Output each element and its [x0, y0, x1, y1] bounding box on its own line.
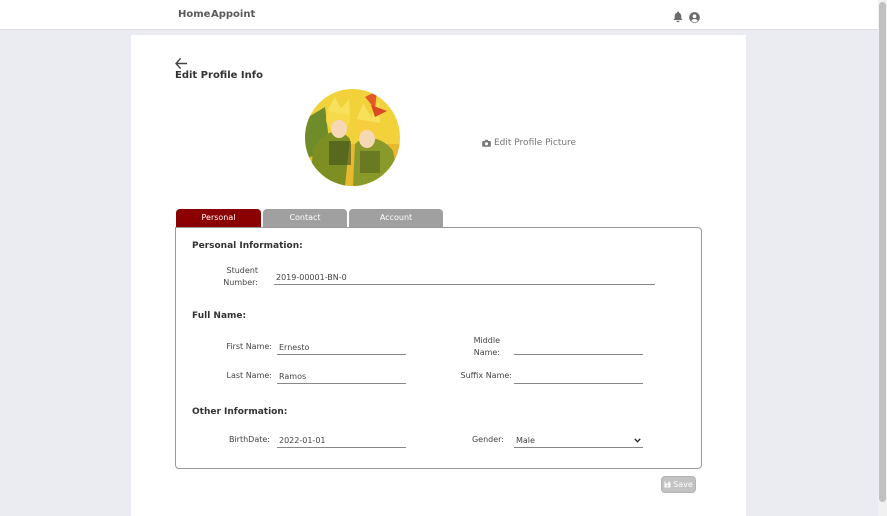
nav-home-link[interactable]: Home: [178, 9, 210, 20]
chevron-down-icon: [634, 438, 641, 443]
personal-information-heading: Personal Information:: [192, 241, 303, 251]
middle-name-label: Middle Name:: [460, 335, 500, 359]
tab-contact-information[interactable]: Contact Information: [263, 209, 347, 240]
tab-personal-information[interactable]: Personal Information: [176, 209, 261, 240]
scrollbar-thumb[interactable]: [879, 2, 886, 502]
middle-name-label-line1: Middle: [473, 336, 500, 345]
profile-avatar: [305, 89, 400, 186]
edit-profile-picture-button[interactable]: Edit Profile Picture: [482, 138, 576, 148]
top-navbar: Home Appoint: [0, 0, 878, 30]
first-name-label: First Name:: [226, 342, 272, 351]
birthdate-label: BirthDate:: [228, 435, 270, 444]
save-button-label: Save: [673, 480, 693, 489]
bell-icon[interactable]: [673, 8, 683, 27]
student-number-field[interactable]: [274, 271, 655, 285]
nav-appoint-link[interactable]: Appoint: [211, 9, 255, 20]
student-number-label: Student Number:: [212, 265, 258, 289]
other-information-heading: Other Information:: [192, 407, 288, 417]
student-number-label-line1: Student: [226, 266, 259, 275]
gender-select[interactable]: Male: [514, 434, 643, 448]
full-name-heading: Full Name:: [192, 311, 247, 321]
first-name-field[interactable]: [277, 341, 406, 355]
middle-name-label-line2: Name:: [473, 348, 500, 357]
student-number-label-line2: Number:: [223, 278, 258, 287]
user-circle-icon[interactable]: [689, 8, 700, 27]
gender-label: Gender:: [471, 435, 504, 444]
gender-select-value: Male: [516, 436, 535, 445]
suffix-name-label: Suffix Name:: [460, 371, 512, 380]
suffix-name-field[interactable]: [514, 370, 643, 384]
save-button[interactable]: Save: [661, 476, 696, 493]
last-name-field[interactable]: [277, 370, 406, 384]
camera-icon: [482, 139, 491, 147]
page-title: Edit Profile Info: [175, 70, 263, 81]
edit-profile-picture-label: Edit Profile Picture: [494, 138, 577, 148]
middle-name-field[interactable]: [514, 341, 643, 355]
scrollbar[interactable]: [878, 0, 887, 516]
birthdate-field[interactable]: [277, 434, 406, 448]
tab-account-configuration[interactable]: Account Configuration: [349, 209, 443, 240]
last-name-label: Last Name:: [226, 371, 272, 380]
floppy-disk-icon: [664, 481, 671, 488]
